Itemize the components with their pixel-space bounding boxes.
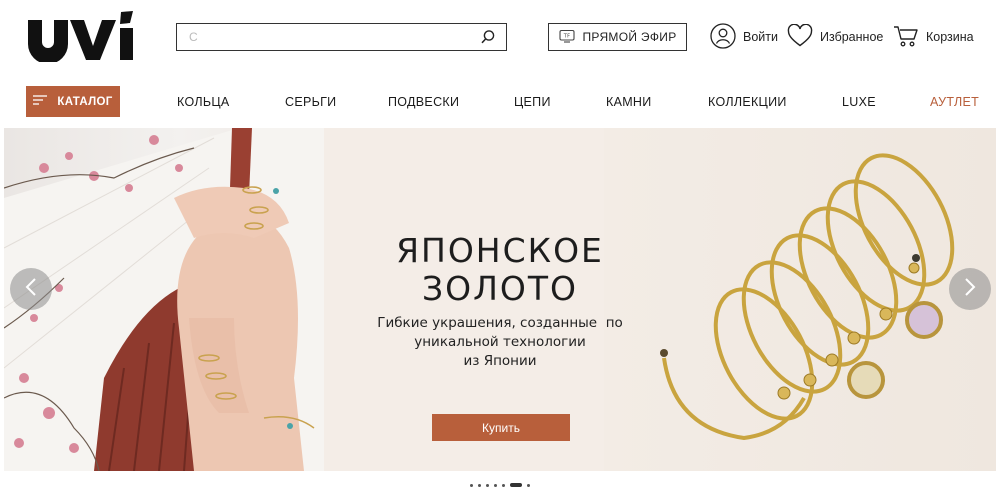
- slider-dot[interactable]: [494, 483, 497, 487]
- slider-dot[interactable]: [510, 483, 522, 487]
- user-icon: [710, 22, 736, 52]
- nav-item-rings[interactable]: КОЛЬЦА: [177, 86, 230, 117]
- svg-text:TF: TF: [562, 33, 570, 39]
- slider-pagination: [470, 482, 530, 488]
- catalog-button[interactable]: КАТАЛОГ: [26, 86, 120, 117]
- nav-item-collections[interactable]: КОЛЛЕКЦИИ: [708, 86, 787, 117]
- search-input[interactable]: [177, 24, 470, 50]
- cart-link[interactable]: Корзина: [893, 22, 974, 52]
- promo-subtitle-line-1: Гибкие украшения, созданные по: [377, 315, 623, 331]
- site-header: TF ПРЯМОЙ ЭФИР Войти Избранное Корзина: [0, 0, 1000, 75]
- live-broadcast-label: ПРЯМОЙ ЭФИР: [582, 30, 677, 44]
- search-icon[interactable]: [470, 24, 506, 50]
- slider-dot[interactable]: [527, 483, 530, 487]
- slider-dot[interactable]: [478, 483, 481, 487]
- login-link[interactable]: Войти: [710, 22, 778, 52]
- promo-subtitle: Гибкие украшения, созданные по уникально…: [344, 314, 656, 371]
- promo-title-line-2: ЗОЛОТО: [421, 269, 579, 308]
- live-broadcast-button[interactable]: TF ПРЯМОЙ ЭФИР: [548, 23, 687, 51]
- promo-subtitle-line-2: уникальной технологии: [414, 334, 586, 350]
- login-label: Войти: [743, 30, 778, 44]
- nav-item-pendants[interactable]: ПОДВЕСКИ: [388, 86, 459, 117]
- nav-item-earrings[interactable]: СЕРЬГИ: [285, 86, 336, 117]
- nav-item-outlet[interactable]: АУТЛЕТ: [930, 86, 979, 117]
- slider-prev-button[interactable]: [10, 268, 52, 310]
- nav-item-luxe[interactable]: LUXE: [842, 86, 876, 117]
- search-bar[interactable]: [176, 23, 507, 51]
- heart-icon: [787, 23, 813, 51]
- chevron-right-icon: [963, 277, 977, 302]
- promo-subtitle-line-3: из Японии: [463, 353, 537, 369]
- tv-icon: TF: [558, 29, 575, 46]
- buy-button[interactable]: Купить: [432, 414, 570, 441]
- promo-title: ЯПОНСКОЕ ЗОЛОТО: [324, 232, 676, 308]
- favorites-link[interactable]: Избранное: [787, 22, 883, 52]
- nav-item-chains[interactable]: ЦЕПИ: [514, 86, 551, 117]
- main-nav: КАТАЛОГ КОЛЬЦА СЕРЬГИ ПОДВЕСКИ ЦЕПИ КАМН…: [0, 86, 1000, 117]
- slider-next-button[interactable]: [949, 268, 991, 310]
- banner-image-hands-fan: [4, 128, 324, 471]
- nav-item-stones[interactable]: КАМНИ: [606, 86, 652, 117]
- hero-banner[interactable]: ЯПОНСКОЕ ЗОЛОТО Гибкие украшения, создан…: [4, 128, 996, 471]
- uvi-logo[interactable]: [26, 10, 136, 64]
- promo-title-line-1: ЯПОНСКОЕ: [396, 231, 604, 270]
- favorites-label: Избранное: [820, 30, 884, 44]
- cart-icon: [893, 24, 919, 51]
- slider-dot[interactable]: [470, 483, 473, 487]
- cart-label: Корзина: [926, 30, 974, 44]
- slider-dot[interactable]: [486, 483, 489, 487]
- catalog-label: КАТАЛОГ: [57, 95, 113, 108]
- menu-icon: [33, 94, 49, 109]
- chevron-left-icon: [24, 277, 38, 302]
- slider-dot[interactable]: [502, 483, 505, 487]
